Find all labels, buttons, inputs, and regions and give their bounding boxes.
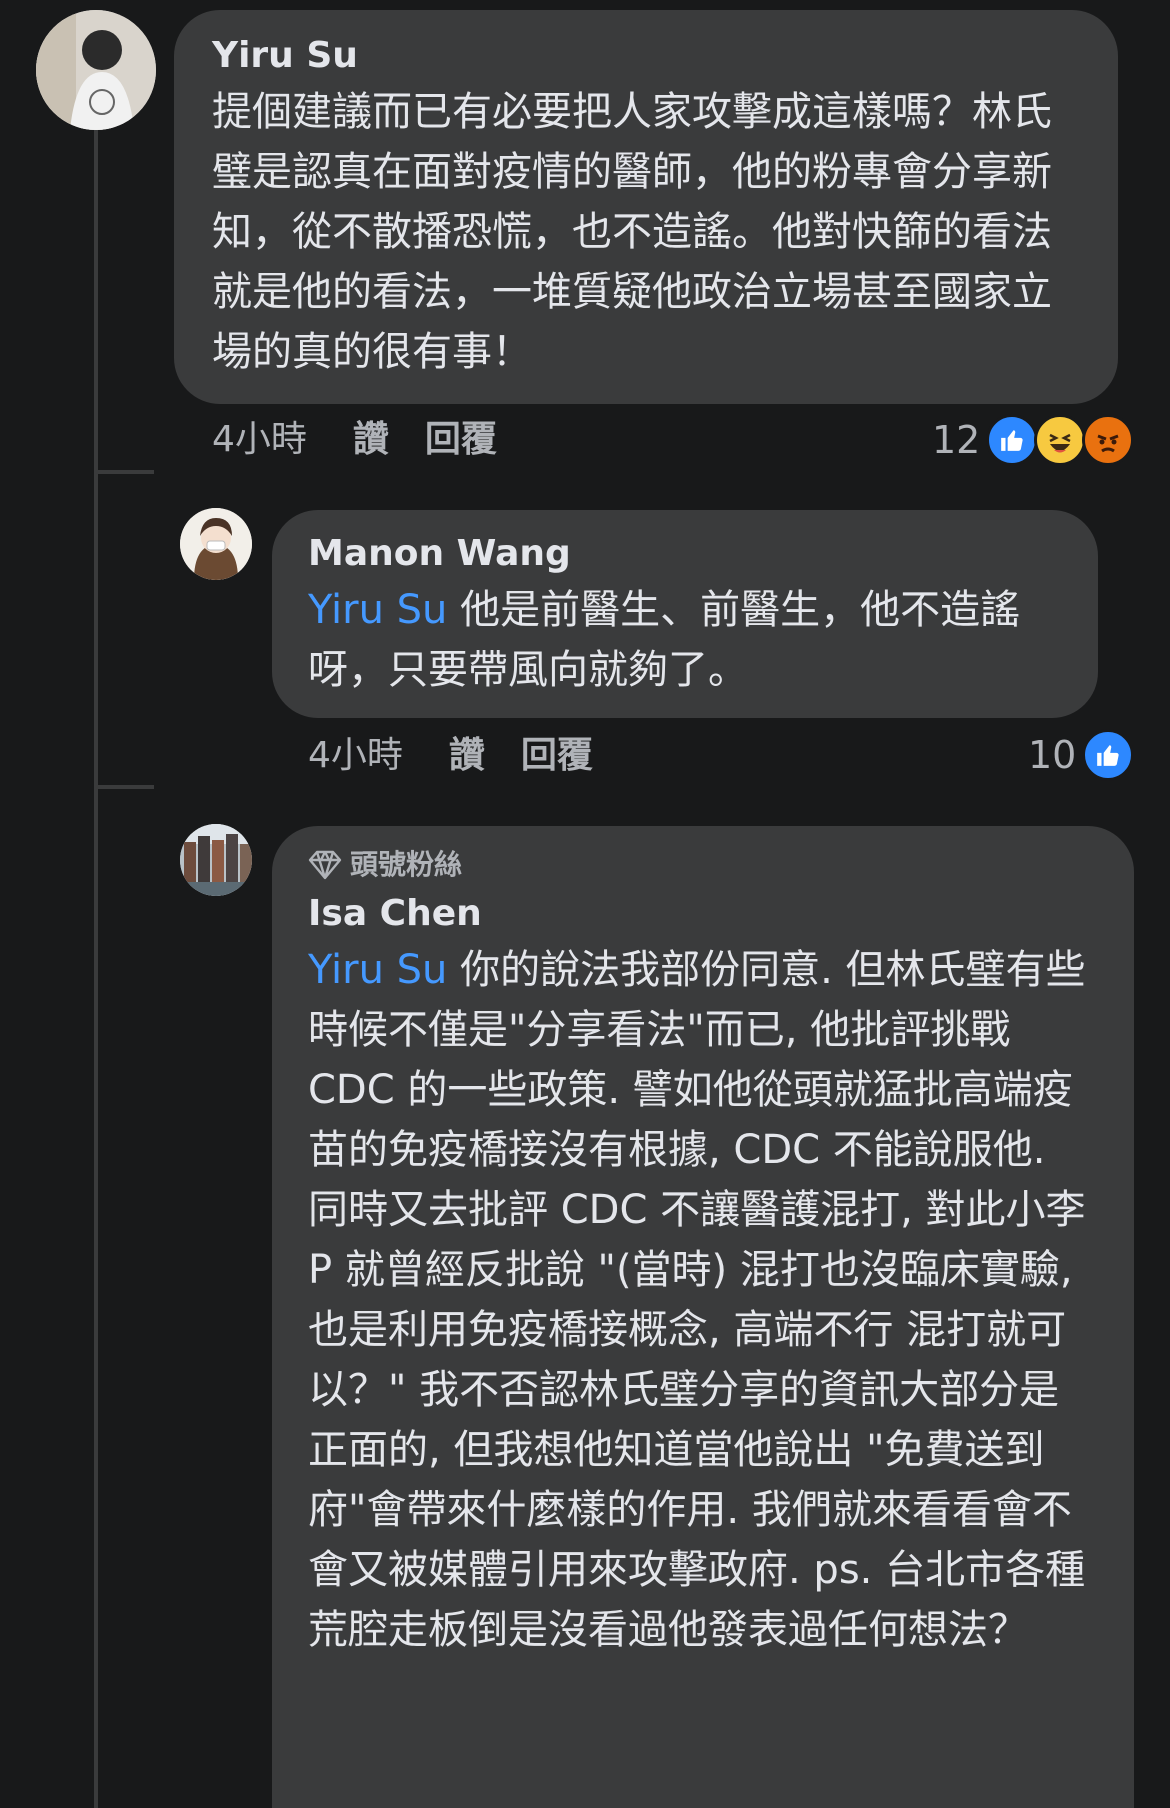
reaction-summary[interactable]: 12 bbox=[932, 414, 1135, 466]
angry-icon bbox=[1082, 414, 1135, 466]
comment-author[interactable]: Yiru Su bbox=[212, 36, 1080, 76]
comment-timestamp[interactable]: 4小時 bbox=[212, 418, 307, 462]
mention-link[interactable]: Yiru Su bbox=[308, 587, 447, 633]
reply-button[interactable]: 回覆 bbox=[425, 418, 497, 462]
like-button[interactable]: 讚 bbox=[449, 734, 485, 778]
thread-branch-1 bbox=[94, 470, 154, 474]
comment-text: 提個建議而已有必要把人家攻擊成這樣嗎？林氏璧是認真在面對疫情的醫師，他的粉專會分… bbox=[212, 89, 1052, 375]
haha-icon bbox=[1034, 414, 1087, 466]
like-button[interactable]: 讚 bbox=[353, 418, 389, 462]
comment-author[interactable]: Manon Wang bbox=[308, 534, 1062, 574]
mention-link[interactable]: Yiru Su bbox=[308, 947, 447, 993]
thread-line bbox=[94, 125, 98, 1808]
comment-bubble: 頭號粉絲 Isa Chen Yiru Su 你的說法我部份同意. 但林氏璧有些時… bbox=[272, 826, 1134, 1808]
avatar[interactable] bbox=[180, 508, 252, 580]
like-icon bbox=[1082, 729, 1135, 781]
comment-body: 你的說法我部份同意. 但林氏璧有些時候不僅是"分享看法"而已, 他批評挑戰 CD… bbox=[308, 947, 1086, 1653]
avatar-photo-isa bbox=[180, 824, 252, 896]
reaction-summary[interactable]: 10 bbox=[1028, 729, 1135, 781]
avatar-photo-manon bbox=[180, 508, 252, 580]
comment-timestamp[interactable]: 4小時 bbox=[308, 734, 403, 778]
comment-text: Yiru Su 他是前醫生、前醫生，他不造謠呀，只要帶風向就夠了。 bbox=[308, 580, 1062, 700]
like-icon bbox=[986, 414, 1039, 466]
reply-button[interactable]: 回覆 bbox=[521, 734, 593, 778]
comment-actions: 4小時 讚 回覆 bbox=[308, 734, 629, 778]
top-fan-badge: 頭號粉絲 bbox=[308, 848, 1098, 882]
comment-author[interactable]: Isa Chen bbox=[308, 894, 1098, 934]
avatar-photo-yiru bbox=[36, 10, 156, 130]
reaction-count: 10 bbox=[1028, 733, 1077, 777]
top-fan-label: 頭號粉絲 bbox=[350, 848, 463, 881]
comment-text: Yiru Su 你的說法我部份同意. 但林氏璧有些時候不僅是"分享看法"而已, … bbox=[308, 940, 1098, 1660]
reaction-count: 12 bbox=[932, 418, 981, 462]
comment-bubble: Manon Wang Yiru Su 他是前醫生、前醫生，他不造謠呀，只要帶風向… bbox=[272, 510, 1098, 718]
avatar[interactable] bbox=[180, 824, 252, 896]
comment-bubble: Yiru Su 提個建議而已有必要把人家攻擊成這樣嗎？林氏璧是認真在面對疫情的醫… bbox=[174, 10, 1118, 404]
avatar[interactable] bbox=[36, 10, 156, 130]
diamond-icon bbox=[308, 850, 342, 880]
thread-branch-2 bbox=[94, 785, 154, 789]
comment-actions: 4小時 讚 回覆 bbox=[212, 418, 533, 462]
